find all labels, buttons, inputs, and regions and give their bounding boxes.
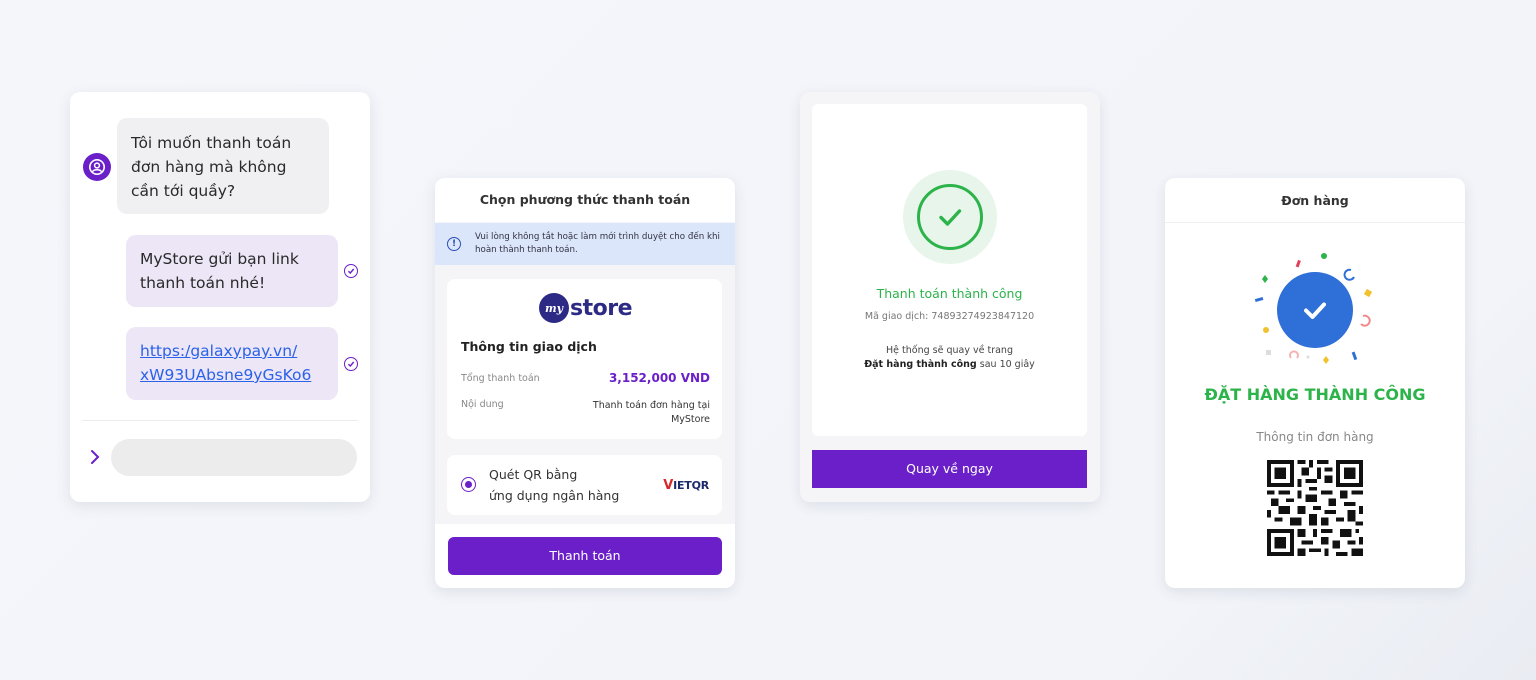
user-message-bubble: Tôi muốn thanh toán đơn hàng mà không cầ… <box>117 118 329 214</box>
mystore-logo-mark: my <box>539 293 569 323</box>
total-value: 3,152,000 VND <box>608 371 710 385</box>
back-now-button[interactable]: Quay về ngay <box>812 450 1087 488</box>
order-header: Đơn hàng <box>1165 178 1465 223</box>
transaction-code: Mã giao dịch: 74893274923847120 <box>864 311 1035 322</box>
info-icon: ! <box>447 237 461 251</box>
vietqr-logo: VIETQR <box>663 478 709 493</box>
check-circle-icon <box>344 357 358 371</box>
mystore-logo-word: store <box>570 295 633 321</box>
bot-message-bubble: MyStore gửi bạn link thanh toán nhé! <box>126 235 338 307</box>
order-qr-code <box>1267 460 1363 556</box>
pay-button[interactable]: Thanh toán <box>448 537 722 575</box>
qr-option-radio[interactable] <box>461 477 476 492</box>
payment-success-card: Thanh toán thành công Mã giao dịch: 7489… <box>800 92 1100 502</box>
transaction-info-box: my store Thông tin giao dịch Tổng thanh … <box>447 279 722 439</box>
payment-method-card: Chọn phương thức thanh toán ! Vui lòng k… <box>435 178 735 588</box>
content-value: Thanh toán đơn hàng tại MyStore <box>592 400 710 425</box>
order-info-label: Thông tin đơn hàng <box>1256 430 1374 444</box>
order-card: Đơn hàng ĐẶT HÀNG THÀNH CÔNG Thông tin đ… <box>1165 178 1465 588</box>
payment-header: Chọn phương thức thanh toán <box>435 178 735 222</box>
redirect-note: Hệ thống sẽ quay về trang Đặt hàng thành… <box>864 345 1035 370</box>
total-label: Tổng thanh toán <box>461 373 540 384</box>
check-circle-icon <box>344 264 358 278</box>
chat-divider <box>82 420 358 421</box>
chevron-right-icon[interactable] <box>88 447 102 467</box>
chat-message-input[interactable] <box>111 439 357 476</box>
qr-payment-option[interactable]: Quét QR bằng ứng dụng ngân hàng VIETQR <box>447 455 722 515</box>
content-label: Nội dung <box>461 399 504 410</box>
user-avatar-icon <box>83 153 111 181</box>
payment-footer: Thanh toán <box>435 524 735 588</box>
chat-card: Tôi muốn thanh toán đơn hàng mà không cầ… <box>70 92 370 502</box>
payment-notice: ! Vui lòng không tắt hoặc làm mới trình … <box>435 223 735 265</box>
order-success-title: ĐẶT HÀNG THÀNH CÔNG <box>1204 385 1426 404</box>
qr-option-label: Quét QR bằng ứng dụng ngân hàng <box>489 467 620 503</box>
payment-notice-text: Vui lòng không tắt hoặc làm mới trình du… <box>475 232 720 255</box>
success-panel: Thanh toán thành công Mã giao dịch: 7489… <box>812 104 1087 436</box>
mystore-logo: my store <box>539 293 633 323</box>
transaction-info-title: Thông tin giao dịch <box>461 339 597 354</box>
success-check-icon <box>903 170 997 264</box>
success-title: Thanh toán thành công <box>876 286 1023 301</box>
order-check-badge-icon <box>1277 272 1353 348</box>
payment-link[interactable]: https:/galaxypay.vn/ xW93UAbsne9yGsKo6 <box>140 342 311 384</box>
payment-link-bubble: https:/galaxypay.vn/ xW93UAbsne9yGsKo6 <box>126 327 338 400</box>
